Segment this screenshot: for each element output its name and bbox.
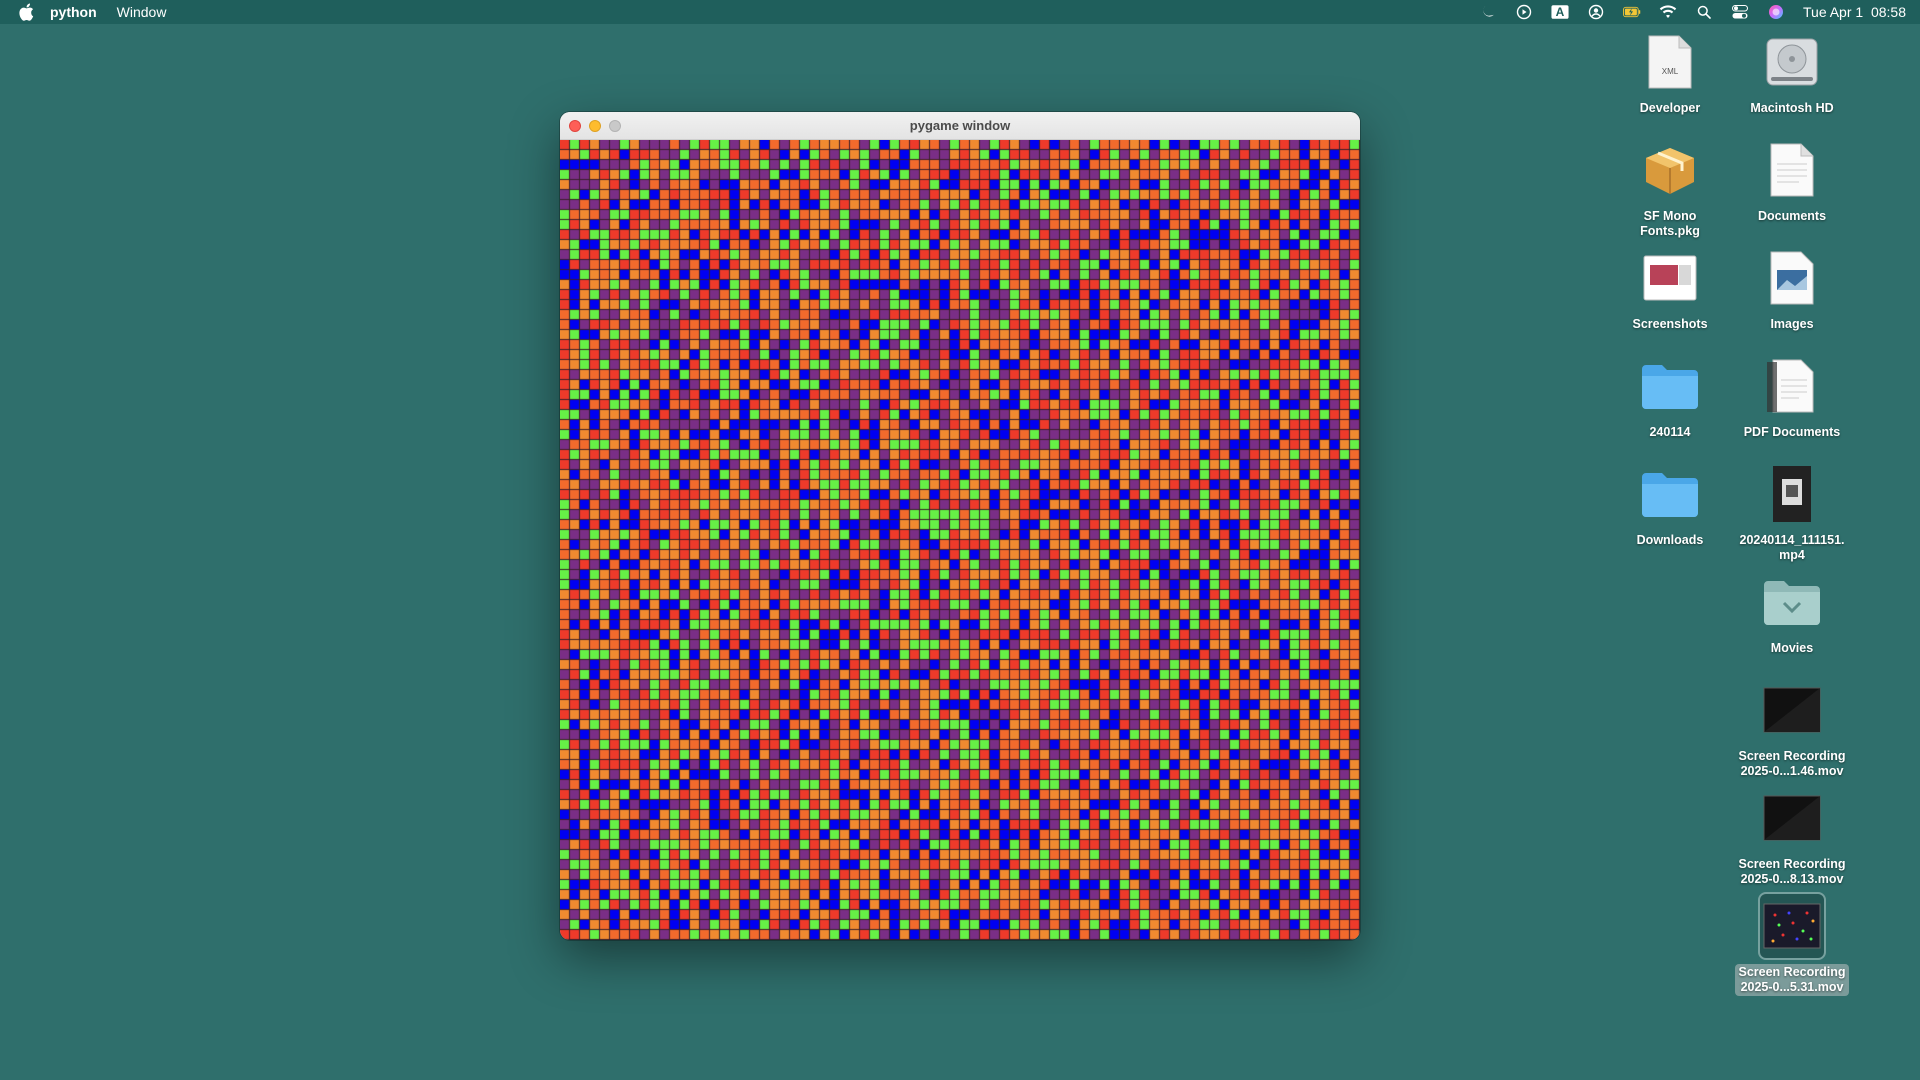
- recording-thumbnail-icon: [1760, 786, 1824, 850]
- pygame-window: pygame window: [560, 112, 1360, 940]
- desktop-icon-20240114-111151[interactable]: 20240114_111151. mp4: [1730, 462, 1854, 564]
- desktop-icon-label: Developer: [1639, 101, 1701, 115]
- svg-text:XML: XML: [1662, 67, 1679, 76]
- desktop-icon-label: Movies: [1770, 641, 1814, 655]
- recording-thumbnail-icon: [1760, 678, 1824, 742]
- search-icon[interactable]: [1695, 4, 1713, 20]
- desktop-icon-macintosh-hd[interactable]: Macintosh HD: [1730, 30, 1854, 117]
- wifi-icon[interactable]: [1659, 4, 1677, 20]
- desktop-icon-label: Screenshots: [1632, 317, 1708, 331]
- window-titlebar[interactable]: pygame window: [560, 112, 1360, 140]
- user-circle-icon[interactable]: [1587, 4, 1605, 20]
- clock[interactable]: Tue Apr 1 08:58: [1803, 4, 1906, 20]
- desktop-icon-label: Screen Recording 2025-0...5.31.mov: [1734, 964, 1850, 996]
- desktop-icon-downloads[interactable]: Downloads: [1608, 462, 1732, 549]
- desktop-icon-label: 20240114_111151. mp4: [1739, 533, 1845, 562]
- desktop-icon-screen-recording[interactable]: Screen Recording 2025-0...8.13.mov: [1730, 786, 1854, 888]
- desktop-icon-label: Screen Recording 2025-0...1.46.mov: [1738, 749, 1846, 778]
- folder-icon: [1638, 462, 1702, 526]
- menu-bar: python Window A Tue Apr 1 08:58: [0, 0, 1920, 24]
- movies-folder-icon: [1760, 570, 1824, 634]
- recording-thumbnail-icon: [1758, 892, 1826, 960]
- desktop-icon-label: Downloads: [1636, 533, 1704, 547]
- window-title: pygame window: [909, 118, 1011, 133]
- desktop-icon-images[interactable]: Images: [1730, 246, 1854, 333]
- desktop-icon-movies[interactable]: Movies: [1730, 570, 1854, 657]
- video-thumbnail-icon: [1760, 462, 1824, 526]
- siri-icon[interactable]: [1767, 4, 1785, 20]
- input-source-icon[interactable]: A: [1551, 4, 1569, 20]
- desktop-icon-label: Documents: [1757, 209, 1827, 223]
- battery-charging-icon[interactable]: [1623, 4, 1641, 20]
- desktop-icon-label: Screen Recording 2025-0...8.13.mov: [1738, 857, 1846, 886]
- hard-drive-icon: [1760, 30, 1824, 94]
- desktop-icon-screen-recording[interactable]: Screen Recording 2025-0...1.46.mov: [1730, 678, 1854, 780]
- app-menu-python[interactable]: python: [50, 4, 97, 20]
- desktop-icon-documents[interactable]: Documents: [1730, 138, 1854, 225]
- menu-window[interactable]: Window: [117, 4, 167, 20]
- input-source-letter: A: [1555, 5, 1565, 19]
- document-icon: [1760, 138, 1824, 202]
- folder-icon: [1638, 354, 1702, 418]
- desktop-icon-screenshots[interactable]: Screenshots: [1608, 246, 1732, 333]
- desktop-icon-label: PDF Documents: [1743, 425, 1841, 439]
- desktop-icon-label: SF Mono Fonts.pkg: [1640, 209, 1700, 238]
- desktop-icon-developer[interactable]: XML Developer: [1608, 30, 1732, 117]
- desktop-icon-240114[interactable]: 240114: [1608, 354, 1732, 441]
- apple-menu-icon[interactable]: [18, 3, 36, 21]
- desktop-icon-pdf-documents[interactable]: PDF Documents: [1730, 354, 1854, 441]
- package-icon: [1638, 138, 1702, 202]
- desktop-icon-screen-recording[interactable]: Screen Recording 2025-0...5.31.mov: [1730, 892, 1854, 996]
- desktop-icon-label: Images: [1770, 317, 1814, 331]
- desktop-icon-sf-mono[interactable]: SF Mono Fonts.pkg: [1608, 138, 1732, 240]
- image-file-icon: [1760, 246, 1824, 310]
- play-circle-icon[interactable]: [1515, 4, 1533, 20]
- xml-file-icon: XML: [1638, 30, 1702, 94]
- moon-icon[interactable]: [1479, 4, 1497, 20]
- desktop-icon-label: 240114: [1649, 425, 1691, 439]
- control-center-icon[interactable]: [1731, 4, 1749, 20]
- desktop-icon-label: Macintosh HD: [1750, 101, 1834, 115]
- pygame-canvas[interactable]: [560, 140, 1360, 940]
- pdf-icon: [1760, 354, 1824, 418]
- screenshot-icon: [1638, 246, 1702, 310]
- status-area: A Tue Apr 1 08:58: [1479, 0, 1906, 24]
